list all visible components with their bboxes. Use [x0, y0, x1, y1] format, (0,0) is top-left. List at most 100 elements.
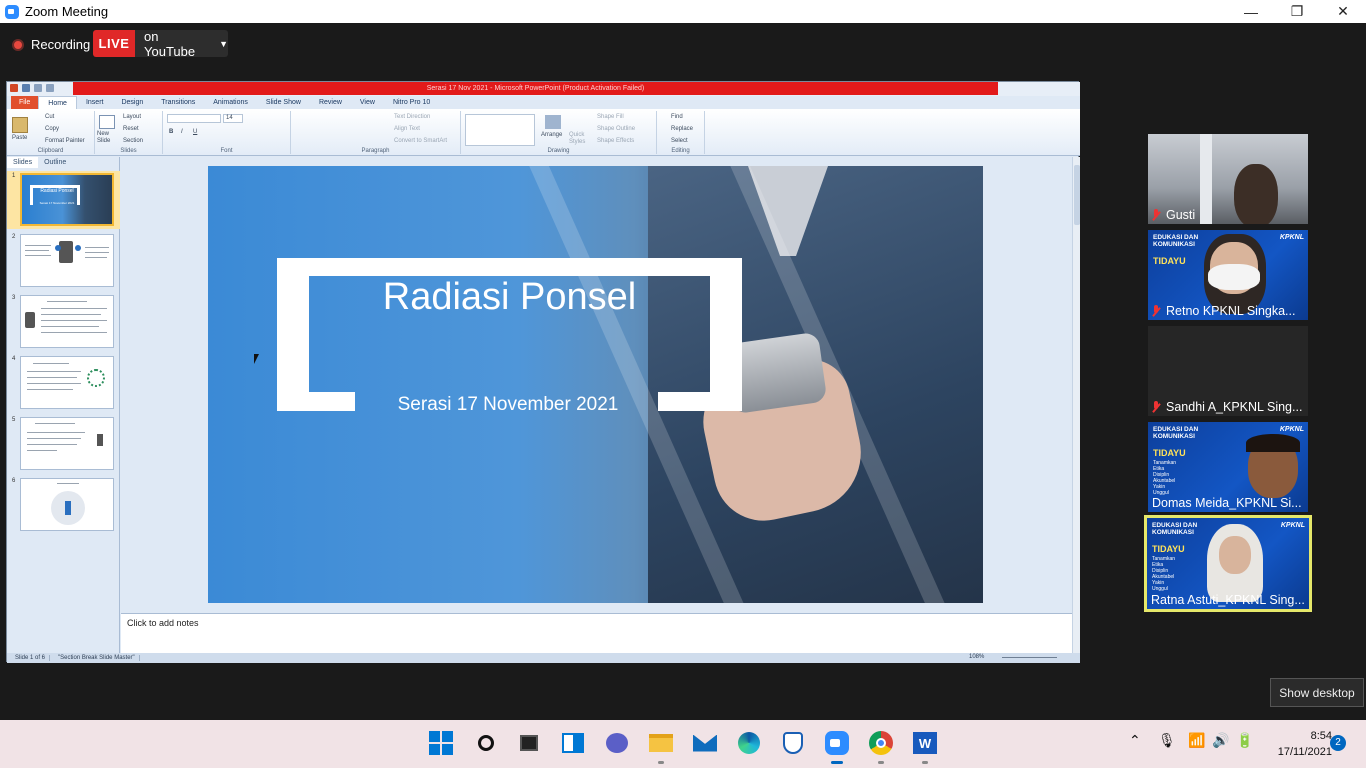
tab-slides[interactable]: Slides — [7, 157, 39, 168]
participant-tile[interactable]: EDUKASI DAN KOMUNIKASI KPKNL TIDAYU Retn… — [1148, 230, 1308, 320]
tab-slide-show[interactable]: Slide Show — [257, 96, 310, 109]
copy-button[interactable]: Copy — [45, 126, 59, 132]
shapes-gallery[interactable] — [465, 114, 535, 146]
slide-subtitle[interactable]: Serasi 17 November 2021 — [358, 394, 658, 416]
reset-button[interactable]: Reset — [123, 126, 139, 132]
teams-chat-icon[interactable] — [604, 730, 630, 756]
tab-outline[interactable]: Outline — [38, 157, 72, 168]
search-icon[interactable] — [473, 730, 499, 756]
tab-animations[interactable]: Animations — [204, 96, 257, 109]
stream-target-dropdown[interactable]: on YouTube ▼ — [135, 29, 228, 59]
editor-scrollbar[interactable] — [1072, 157, 1080, 653]
save-icon[interactable] — [22, 84, 30, 92]
wifi-icon[interactable]: 📶 — [1188, 732, 1205, 749]
ppt-title: Serasi 17 Nov 2021 - Microsoft PowerPoin… — [73, 82, 998, 95]
participant-tile[interactable]: EDUKASI DAN KOMUNIKASI KPKNL TIDAYU Tana… — [1148, 422, 1308, 512]
redo-icon[interactable] — [46, 84, 54, 92]
slide-thumbnail[interactable]: 3 — [7, 293, 120, 351]
close-button[interactable]: ✕ — [1320, 0, 1366, 23]
windows-start-icon[interactable] — [428, 730, 454, 756]
tab-home[interactable]: Home — [38, 96, 77, 109]
minimize-button[interactable]: — — [1228, 0, 1274, 23]
font-group: 14 B I U Font — [163, 111, 291, 154]
drawing-group: Arrange Quick Styles Shape Fill Shape Ou… — [461, 111, 657, 154]
new-slide-icon[interactable] — [99, 115, 115, 129]
live-badge[interactable]: LIVE — [93, 30, 135, 57]
slide-thumbnail[interactable]: 2 — [7, 232, 120, 290]
shape-outline-button[interactable]: Shape Outline — [597, 126, 635, 132]
edge-icon[interactable] — [736, 730, 762, 756]
participant-tile[interactable]: Sandhi A_KPKNL Sing... — [1148, 326, 1308, 416]
arrange-button[interactable]: Arrange — [541, 132, 562, 138]
font-name-box[interactable] — [167, 114, 221, 123]
bg-slogan: TIDAYU — [1153, 448, 1186, 458]
participant-tile[interactable]: Gusti — [1148, 134, 1308, 224]
layout-button[interactable]: Layout — [123, 114, 141, 120]
paste-icon[interactable] — [12, 117, 28, 133]
tab-design[interactable]: Design — [112, 96, 152, 109]
word-icon[interactable]: W — [912, 730, 938, 764]
mic-muted-icon — [1152, 209, 1160, 221]
quick-styles-button[interactable]: Quick Styles — [569, 132, 589, 146]
notification-badge[interactable]: 2 — [1330, 735, 1346, 751]
file-explorer-icon[interactable] — [648, 730, 674, 764]
clock[interactable]: 8:54 17/11/2021 — [1262, 728, 1332, 760]
thumb-title: Radiasi Ponsel — [40, 188, 74, 194]
find-button[interactable]: Find — [671, 114, 683, 120]
zoom-slider[interactable] — [1002, 657, 1057, 658]
new-slide-button[interactable]: New Slide — [97, 131, 119, 145]
tab-review[interactable]: Review — [310, 96, 351, 109]
paste-button[interactable]: Paste — [12, 135, 27, 141]
arrange-icon[interactable] — [545, 115, 561, 129]
slide-thumbnail[interactable]: 4 — [7, 354, 120, 412]
slide-title[interactable]: Radiasi Ponsel — [309, 276, 710, 319]
tab-view[interactable]: View — [351, 96, 384, 109]
slide-thumbnail[interactable]: 1 Radiasi Ponsel Serasi 17 November 2021 — [7, 171, 120, 229]
tab-transitions[interactable]: Transitions — [152, 96, 204, 109]
participant-tile-active-speaker[interactable]: EDUKASI DAN KOMUNIKASI KPKNL TIDAYU Tana… — [1144, 515, 1312, 612]
shape-fill-button[interactable]: Shape Fill — [597, 114, 624, 120]
mail-icon[interactable] — [692, 730, 718, 756]
zoom-app-icon[interactable] — [824, 730, 850, 764]
current-slide[interactable]: Radiasi Ponsel Serasi 17 November 2021 — [208, 166, 983, 603]
italic-button[interactable]: I — [181, 129, 183, 135]
battery-icon[interactable]: 🔋 — [1236, 732, 1253, 749]
participant-name-row: Domas Meida_KPKNL Si... — [1152, 496, 1302, 510]
slide-thumbnail[interactable]: 5 — [7, 415, 120, 473]
tab-nitro[interactable]: Nitro Pro 10 — [384, 96, 439, 109]
select-button[interactable]: Select — [671, 138, 688, 144]
shape-effects-button[interactable]: Shape Effects — [597, 138, 634, 144]
replace-button[interactable]: Replace — [671, 126, 693, 132]
thumb-image — [20, 295, 114, 348]
section-button[interactable]: Section — [123, 138, 143, 144]
tab-insert[interactable]: Insert — [77, 96, 113, 109]
font-size-box[interactable]: 14 — [223, 114, 243, 123]
security-icon[interactable] — [780, 730, 806, 756]
chrome-icon[interactable] — [868, 730, 894, 764]
chevron-up-icon[interactable]: ⌃ — [1129, 732, 1141, 749]
microphone-icon[interactable]: 🎙 — [1158, 732, 1176, 749]
underline-button[interactable]: U — [193, 129, 197, 135]
slides-label: Slides — [120, 148, 137, 154]
bg-slogan: TIDAYU — [1152, 544, 1185, 554]
restore-button[interactable]: ❐ — [1274, 0, 1320, 23]
bold-button[interactable]: B — [169, 129, 173, 135]
convert-smartart-button[interactable]: Convert to SmartArt — [394, 138, 447, 144]
slide-editor[interactable]: Radiasi Ponsel Serasi 17 November 2021 — [121, 157, 1072, 609]
align-text-button[interactable]: Align Text — [394, 126, 420, 132]
notes-pane[interactable]: Click to add notes — [121, 613, 1072, 653]
slide-thumbnail[interactable]: 6 — [7, 476, 120, 534]
volume-icon[interactable]: 🔊 — [1212, 732, 1229, 749]
zoom-level[interactable]: 108% — [969, 654, 984, 660]
format-painter-button[interactable]: Format Painter — [45, 138, 85, 144]
recording-indicator[interactable]: Recording — [12, 37, 90, 52]
widgets-icon[interactable] — [560, 730, 586, 756]
tab-file[interactable]: File — [11, 96, 39, 109]
participant-name-row: Ratna Astuti_KPKNL Sing... — [1151, 593, 1305, 607]
text-direction-button[interactable]: Text Direction — [394, 114, 430, 120]
undo-icon[interactable] — [34, 84, 42, 92]
cut-button[interactable]: Cut — [45, 114, 54, 120]
thumb-image — [20, 356, 114, 409]
task-view-icon[interactable] — [516, 730, 542, 756]
clipboard-label: Clipboard — [37, 148, 64, 154]
